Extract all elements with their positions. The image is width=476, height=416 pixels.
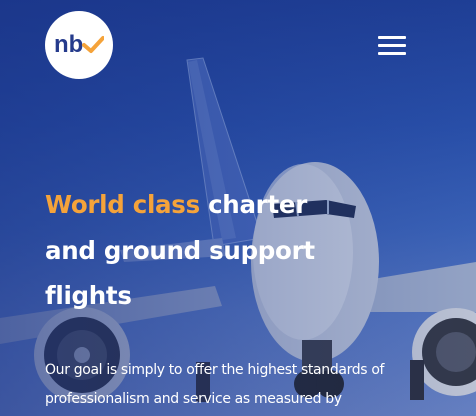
hamburger-menu-icon[interactable] [377,34,407,56]
nb-logo-icon: nb [54,31,104,58]
logo-wordmark: nb [54,31,83,58]
hero-intro-text: Our goal is simply to offer the highest … [45,362,385,407]
hero-section: nb World class charter and ground suppor… [0,0,476,416]
headline-accent: World class [45,190,200,219]
company-logo[interactable]: nb [45,11,113,79]
hero-headline: World class charter and ground support f… [45,182,365,319]
